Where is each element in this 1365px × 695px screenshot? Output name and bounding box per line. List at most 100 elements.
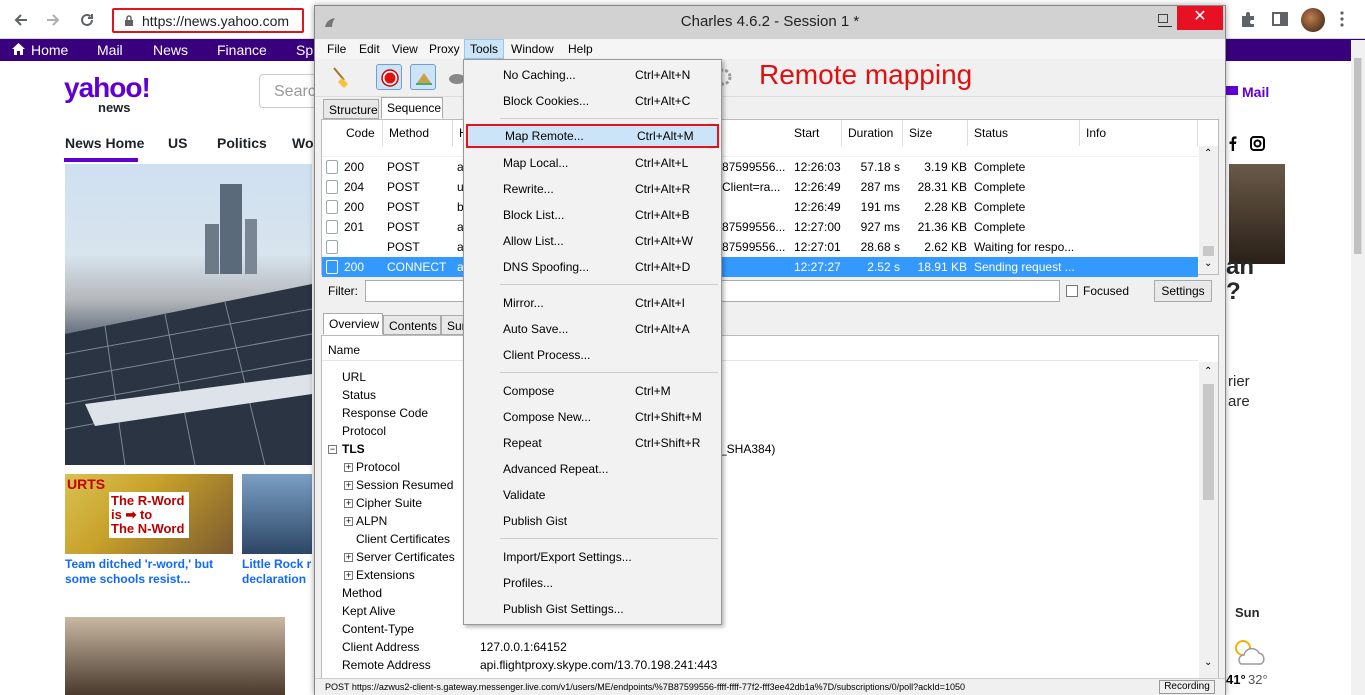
hero-image[interactable] bbox=[65, 164, 312, 465]
menu-item-repeat[interactable]: Repeat Ctrl+Shift+R bbox=[464, 430, 721, 456]
table-row[interactable]: 200 POST b 12:26:49 191 ms 2.28 KB Complete bbox=[322, 197, 1198, 217]
scroll-down-icon[interactable]: ⌄ bbox=[1204, 258, 1212, 269]
maximize-button[interactable] bbox=[1158, 14, 1168, 23]
caption-second[interactable]: Little Rock r declaration bbox=[242, 557, 311, 587]
table-scroll-thumb[interactable] bbox=[1203, 246, 1214, 256]
nav-sports[interactable]: Sp bbox=[296, 42, 313, 58]
tab-politics[interactable]: Politics bbox=[217, 135, 267, 151]
yahoo-search-input[interactable]: Searc bbox=[259, 74, 319, 108]
nav-finance[interactable]: Finance bbox=[217, 42, 267, 58]
facebook-icon[interactable] bbox=[1228, 136, 1238, 151]
ov-scroll-thumb[interactable] bbox=[1203, 384, 1214, 500]
menu-item-mirror[interactable]: Mirror... Ctrl+Alt+I bbox=[464, 290, 721, 316]
instagram-icon[interactable] bbox=[1250, 136, 1265, 151]
expand-icon[interactable]: + bbox=[344, 517, 353, 526]
filter-settings-button[interactable]: Settings bbox=[1154, 280, 1212, 302]
expand-icon[interactable]: + bbox=[344, 481, 353, 490]
expand-icon[interactable]: + bbox=[344, 499, 353, 508]
menu-item-publish-gist-settings[interactable]: Publish Gist Settings... bbox=[464, 596, 721, 622]
menu-proxy[interactable]: Proxy bbox=[429, 42, 460, 56]
table-row[interactable]: 204 POST u Client=ra... 12:26:49 287 ms 28.31 … bbox=[322, 177, 1198, 197]
menu-view[interactable]: View bbox=[392, 42, 418, 56]
menu-item-map-remote[interactable]: Map Remote... Ctrl+Alt+M bbox=[466, 124, 719, 148]
menu-item-rewrite[interactable]: Rewrite... Ctrl+Alt+R bbox=[464, 176, 721, 202]
menu-item-dns-spoofing[interactable]: DNS Spoofing... Ctrl+Alt+D bbox=[464, 254, 721, 280]
menu-item-client-process[interactable]: Client Process... bbox=[464, 342, 721, 368]
menu-item-publish-gist[interactable]: Publish Gist bbox=[464, 508, 721, 534]
page-scrollbar[interactable] bbox=[1351, 40, 1365, 695]
nav-mail[interactable]: Mail bbox=[97, 42, 123, 58]
menu-item-compose-new[interactable]: Compose New... Ctrl+Shift+M bbox=[464, 404, 721, 430]
col-status[interactable]: Status bbox=[968, 120, 1080, 146]
tab-sequence[interactable]: Sequence bbox=[381, 97, 443, 119]
nav-news[interactable]: News bbox=[153, 42, 188, 58]
col-code[interactable]: Code bbox=[340, 120, 383, 146]
menu-item-no-caching[interactable]: No Caching... Ctrl+Alt+N bbox=[464, 62, 721, 88]
extensions-icon[interactable] bbox=[1239, 10, 1257, 28]
page-scroll-thumb[interactable] bbox=[1354, 58, 1362, 254]
ov-scroll-down-icon[interactable]: ⌄ bbox=[1204, 657, 1212, 668]
scroll-up-icon[interactable]: ⌃ bbox=[1204, 148, 1212, 159]
tab-overview[interactable]: Overview bbox=[323, 313, 383, 335]
expand-icon[interactable]: + bbox=[344, 571, 353, 580]
menu-item-validate[interactable]: Validate bbox=[464, 482, 721, 508]
table-scrollbar[interactable]: ⌃ ⌄ bbox=[1199, 146, 1218, 274]
menu-edit[interactable]: Edit bbox=[359, 42, 380, 56]
menu-item-map-local[interactable]: Map Local... Ctrl+Alt+L bbox=[464, 150, 721, 176]
record-button[interactable] bbox=[376, 64, 402, 90]
charles-titlebar[interactable]: Charles 4.6.2 - Session 1 * — ✕ bbox=[315, 6, 1225, 39]
menu-item-import-export-settings[interactable]: Import/Export Settings... bbox=[464, 544, 721, 570]
profile-avatar[interactable] bbox=[1301, 8, 1325, 32]
table-row[interactable]: 201POSTaz87599556...12:27:00927 ms21.36 … bbox=[322, 217, 1198, 237]
forward-button[interactable] bbox=[41, 8, 65, 32]
nav-home[interactable]: Home bbox=[31, 42, 68, 58]
menu-item-block-cookies[interactable]: Block Cookies... Ctrl+Alt+C bbox=[464, 88, 721, 114]
col-duration[interactable]: Duration bbox=[842, 120, 903, 146]
yahoo-news-logo[interactable]: yahoo! news bbox=[64, 74, 151, 115]
news-thumb-portrait[interactable] bbox=[65, 617, 285, 695]
col-start[interactable]: Start bbox=[788, 120, 842, 146]
ov-scroll-up-icon[interactable]: ⌃ bbox=[1204, 366, 1212, 377]
menu-help[interactable]: Help bbox=[568, 42, 593, 56]
focused-checkbox[interactable] bbox=[1066, 285, 1078, 297]
menu-file[interactable]: File bbox=[327, 42, 346, 56]
menu-item-advanced-repeat[interactable]: Advanced Repeat... bbox=[464, 456, 721, 482]
col-size[interactable]: Size bbox=[903, 120, 968, 146]
menu-item-block-list[interactable]: Block List... Ctrl+Alt+B bbox=[464, 202, 721, 228]
menu-item-allow-list[interactable]: Allow List... Ctrl+Alt+W bbox=[464, 228, 721, 254]
back-button[interactable] bbox=[9, 8, 33, 32]
table-row[interactable]: 200POSTaz87599556...12:26:0357.18 s3.19 … bbox=[322, 157, 1198, 177]
menu-item-compose[interactable]: Compose Ctrl+M bbox=[464, 378, 721, 404]
more-menu-icon[interactable] bbox=[1333, 10, 1351, 28]
col-method[interactable]: Method bbox=[383, 120, 453, 146]
tab-contents[interactable]: Contents bbox=[383, 315, 441, 335]
tab-news-home[interactable]: News Home bbox=[65, 135, 144, 151]
close-button[interactable]: ✕ bbox=[1177, 6, 1223, 30]
mail-link[interactable]: Mail bbox=[1242, 84, 1269, 100]
col-info[interactable]: Info bbox=[1080, 120, 1198, 146]
reading-list-icon[interactable] bbox=[1271, 10, 1289, 28]
collapse-icon[interactable]: − bbox=[328, 445, 337, 454]
menu-tools[interactable]: Tools bbox=[464, 39, 505, 59]
menu-window[interactable]: Window bbox=[511, 42, 554, 56]
recording-indicator[interactable]: Recording bbox=[1159, 680, 1215, 694]
caption-first[interactable]: Team ditched 'r-word,' but some schools … bbox=[65, 557, 213, 587]
menu-item-auto-save[interactable]: Auto Save... Ctrl+Alt+A bbox=[464, 316, 721, 342]
tab-us[interactable]: US bbox=[168, 135, 187, 151]
news-thumb-city[interactable] bbox=[242, 474, 312, 554]
throttle-button[interactable] bbox=[410, 64, 436, 90]
overview-scrollbar[interactable]: ⌃ ⌄ bbox=[1199, 362, 1218, 678]
tab-world[interactable]: Wo bbox=[292, 135, 314, 151]
table-row[interactable]: 200CONNECTar12:27:272.52 s18.91 KBSendin… bbox=[322, 257, 1198, 277]
reload-button[interactable] bbox=[75, 8, 99, 32]
news-thumb-protest[interactable]: URTS The R-Word is ➡ to The N-Word bbox=[65, 474, 233, 554]
menu-item-profiles[interactable]: Profiles... bbox=[464, 570, 721, 596]
table-row[interactable]: POSTaz87599556...12:27:0128.68 s2.62 KBW… bbox=[322, 237, 1198, 257]
broom-icon[interactable] bbox=[328, 64, 354, 90]
expand-icon[interactable]: + bbox=[344, 463, 353, 472]
expand-icon[interactable]: + bbox=[344, 553, 353, 562]
tab-structure[interactable]: Structure bbox=[323, 99, 379, 119]
right-story-image[interactable] bbox=[1229, 164, 1285, 264]
tab-summary[interactable]: Sur bbox=[441, 315, 465, 335]
address-bar[interactable]: https://news.yahoo.com bbox=[112, 8, 304, 33]
